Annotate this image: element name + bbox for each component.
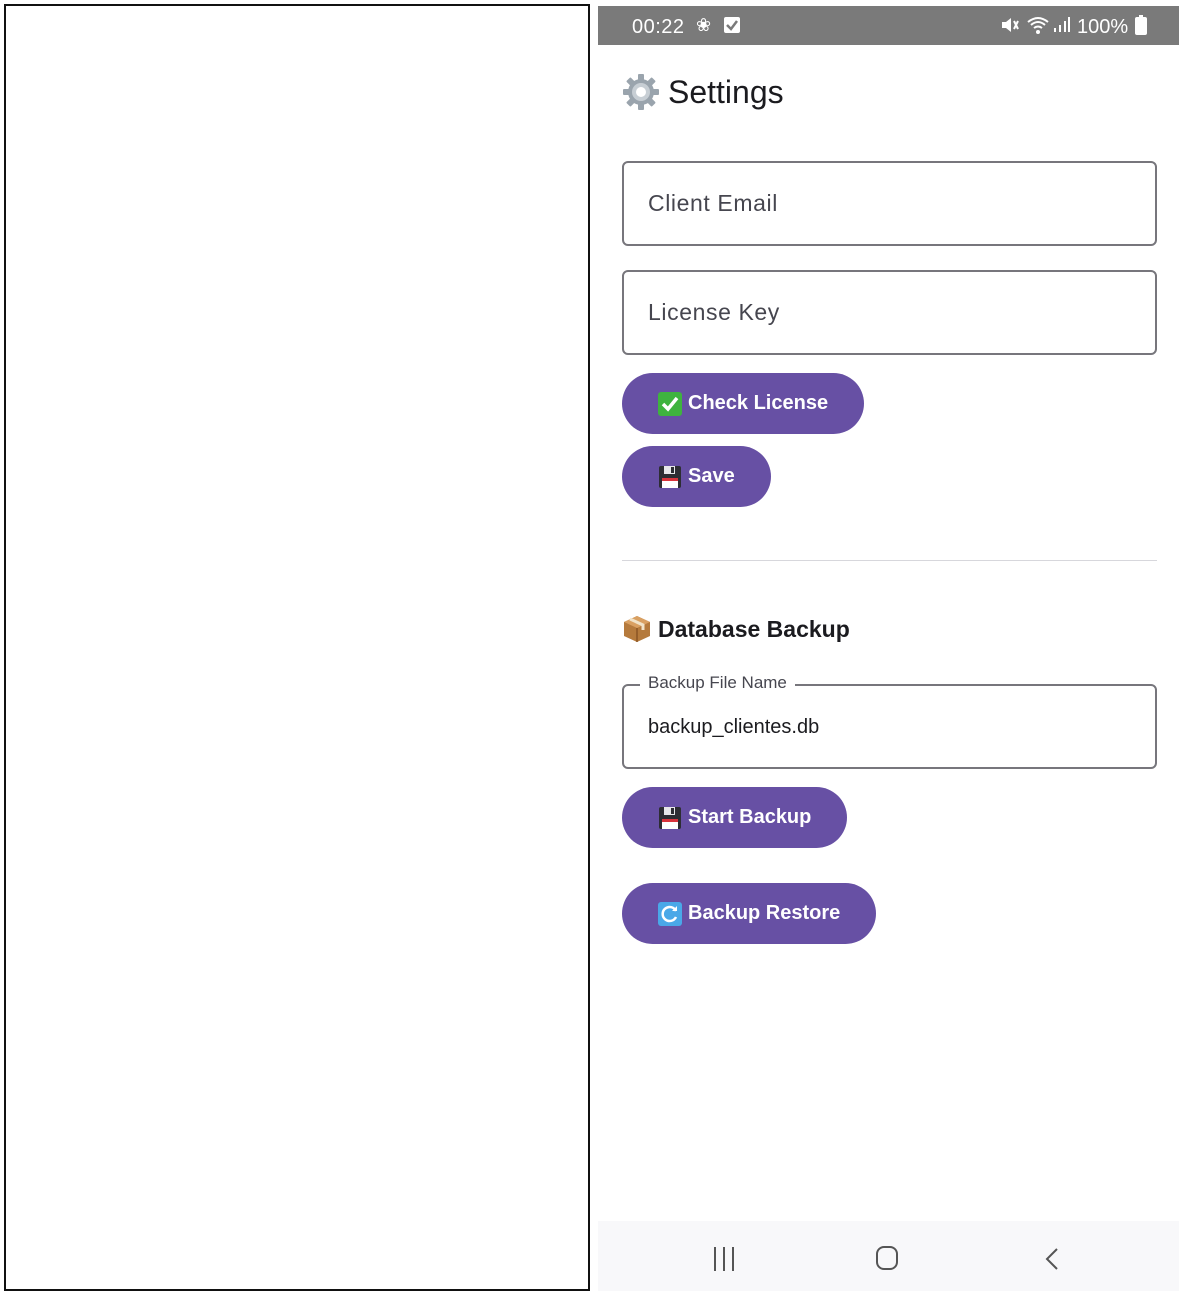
client-email-field[interactable]: Client Email (622, 161, 1157, 246)
backup-file-name-field[interactable]: Backup File Name backup_clientes.db (622, 673, 1157, 769)
page-title: Settings (668, 73, 784, 110)
backup-restore-label: Backup Restore (688, 902, 841, 924)
phone-screen: 00:22 ❀ 100% Settings Client Email Licen… (598, 6, 1179, 1291)
signal-icon (1053, 17, 1071, 37)
check-license-label: Check License (688, 392, 829, 414)
gear-icon (622, 73, 660, 111)
battery-icon (1135, 15, 1147, 39)
backup-section-title: Database Backup (658, 615, 850, 642)
floppy-disk-icon (658, 806, 682, 830)
save-label: Save (688, 465, 735, 487)
start-backup-label: Start Backup (688, 806, 812, 828)
floppy-disk-icon (658, 465, 682, 489)
fan-icon: ❀ (696, 15, 712, 35)
backup-file-name-value: backup_clientes.db (648, 716, 820, 738)
status-time: 00:22 (632, 16, 685, 38)
backup-section-header: Database Backup (622, 612, 850, 646)
checkbox-notification-icon (724, 17, 740, 37)
check-license-button[interactable]: Check License (622, 373, 865, 434)
backup-file-name-label: Backup File Name (640, 673, 795, 693)
mute-icon (1000, 16, 1020, 38)
backup-restore-button[interactable]: Backup Restore (622, 883, 877, 944)
blank-panel (4, 4, 590, 1291)
section-divider (622, 560, 1157, 561)
back-icon[interactable] (1045, 1247, 1059, 1271)
check-mark-icon (658, 391, 682, 416)
home-icon[interactable] (876, 1246, 898, 1270)
status-bar: 00:22 ❀ 100% (598, 6, 1179, 45)
page-header: Settings (622, 72, 784, 112)
battery-percentage: 100% (1077, 16, 1129, 38)
refresh-icon (658, 901, 682, 926)
license-key-placeholder: License Key (648, 299, 780, 325)
wifi-icon (1026, 15, 1050, 39)
start-backup-button[interactable]: Start Backup (622, 787, 848, 848)
save-button[interactable]: Save (622, 446, 771, 507)
navigation-bar (598, 1221, 1179, 1291)
license-key-field[interactable]: License Key (622, 270, 1157, 355)
client-email-placeholder: Client Email (648, 190, 778, 216)
recent-apps-icon[interactable] (714, 1247, 738, 1271)
package-icon (622, 614, 652, 644)
